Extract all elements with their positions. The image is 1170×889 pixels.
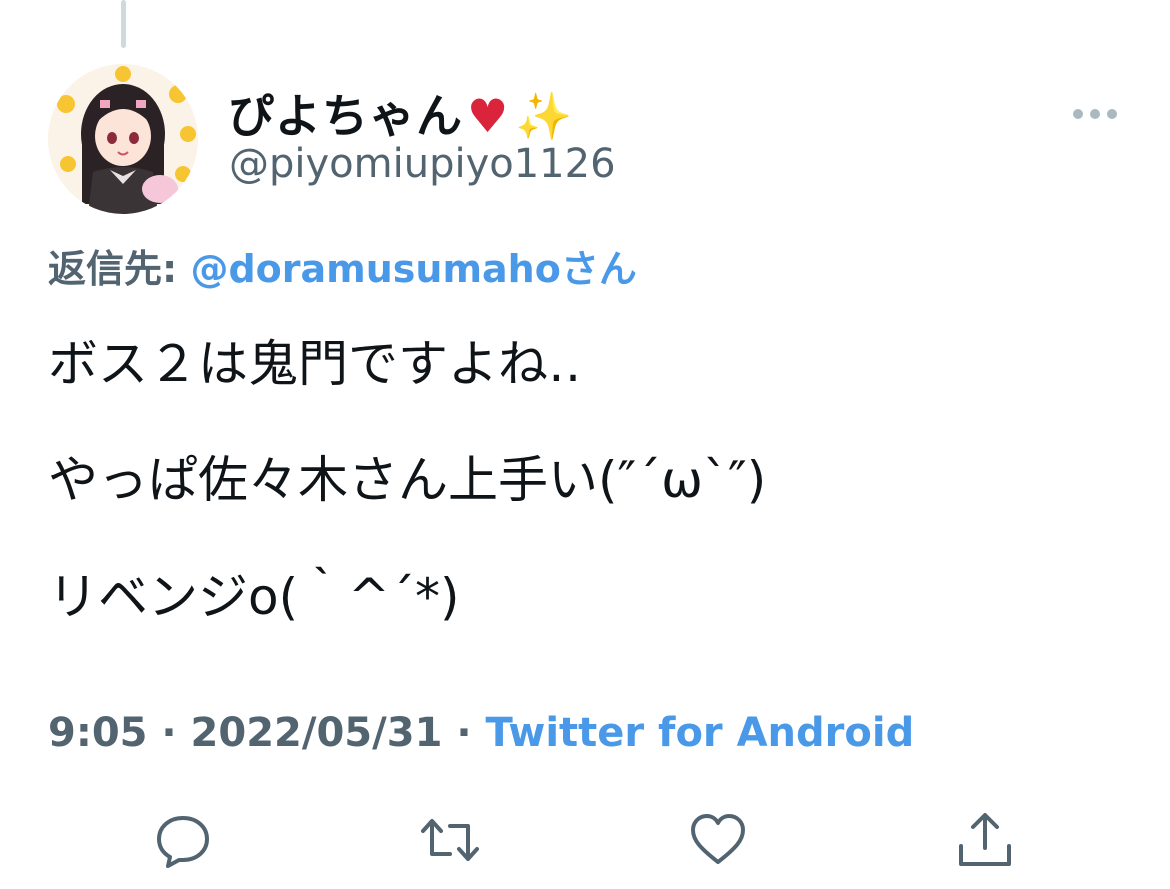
- heart-icon: [691, 814, 745, 864]
- tweet-text-line: リベンジo(｀^´*): [48, 568, 460, 626]
- avatar[interactable]: [48, 64, 198, 214]
- like-button[interactable]: [688, 810, 748, 870]
- more-horizontal-icon[interactable]: [1072, 106, 1118, 120]
- tweet-source-link[interactable]: Twitter for Android: [485, 710, 914, 756]
- retweet-button[interactable]: [420, 810, 480, 870]
- share-button[interactable]: [955, 810, 1015, 870]
- retweet-icon: [421, 819, 479, 861]
- heart-emoji: ♥: [467, 89, 510, 143]
- reply-mention-link[interactable]: @doramusumahoさん: [190, 247, 636, 291]
- display-name[interactable]: ぴよちゃん♥ ✨: [228, 80, 574, 146]
- reply-prefix: 返信先:: [48, 247, 191, 291]
- reply-context: 返信先: @doramusumahoさん: [48, 238, 637, 293]
- tweet-timestamp[interactable]: 9:05 · 2022/05/31 ·: [48, 710, 485, 756]
- sparkles-emoji: ✨: [515, 89, 574, 143]
- avatar-image: [48, 64, 198, 214]
- tweet-metadata: 9:05 · 2022/05/31 · Twitter for Android: [48, 710, 914, 756]
- tweet-text-line: やっぱ佐々木さん上手い(″´ω`″): [48, 451, 767, 509]
- tweet-text-line: ボス２は鬼門ですよね‥: [48, 335, 582, 393]
- display-name-text: ぴよちゃん: [228, 89, 463, 143]
- share-icon: [959, 813, 1011, 866]
- reply-button[interactable]: [153, 810, 213, 870]
- thread-connector-line: [121, 0, 126, 48]
- user-handle[interactable]: @piyomiupiyo1126: [229, 141, 616, 187]
- reply-icon: [157, 816, 209, 868]
